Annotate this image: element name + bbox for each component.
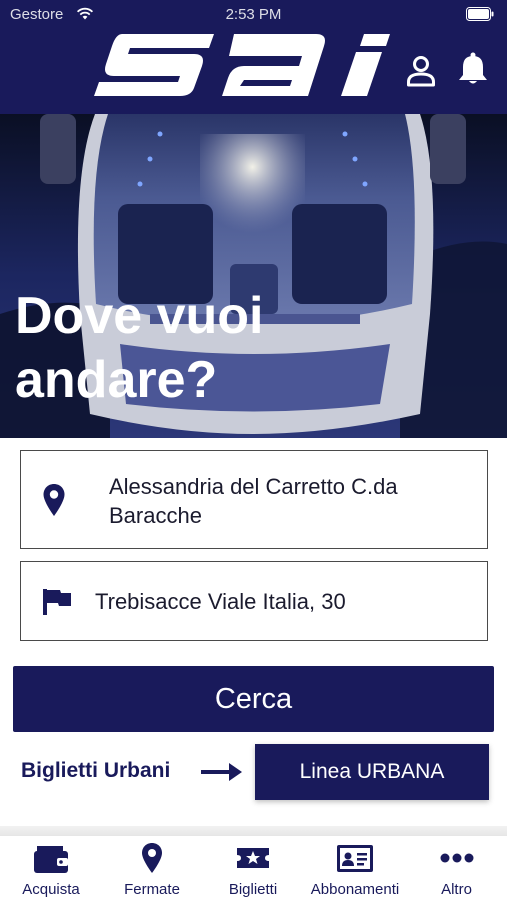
hero-banner: Dove vuoi andare? [0,114,507,438]
tab-abbonamenti[interactable]: Abbonamenti [304,836,406,900]
brand-logo [94,34,390,96]
tab-label: Altro [441,881,472,898]
status-time: 2:53 PM [225,6,282,23]
ticket-icon [237,848,269,868]
bottom-tab-bar: Acquista Fermate Biglietti Abbonamenti A… [0,836,507,900]
battery-icon [466,7,494,21]
urban-tickets-label: Biglietti Urbani [21,759,171,782]
destination-field[interactable]: Trebisacce Viale Italia, 30 [20,561,488,641]
app-header: Gestore 2:53 PM [0,0,507,114]
location-pin-icon [43,484,65,516]
urban-line-button[interactable]: Linea URBANA [255,744,489,800]
destination-value: Trebisacce Viale Italia, 30 [95,589,346,614]
map-pin-icon [142,843,162,873]
bell-icon[interactable] [458,52,488,86]
tab-altro[interactable]: Altro [406,836,507,900]
tab-acquista[interactable]: Acquista [0,836,102,900]
hero-title: Dove vuoi andare? [15,287,264,409]
id-card-icon [337,845,373,872]
more-icon [440,853,473,863]
departure-field[interactable]: Alessandria del Carretto C.da Baracche [20,450,488,549]
flag-icon [43,589,71,615]
wallet-icon [34,846,68,873]
tab-fermate[interactable]: Fermate [102,836,202,900]
arrow-right-icon [201,763,242,781]
departure-value: Alessandria del Carretto C.da Baracche [109,474,398,528]
tab-biglietti[interactable]: Biglietti [202,836,304,900]
tabbar-divider [0,826,507,836]
status-bar: Gestore 2:53 PM [0,0,507,28]
search-button[interactable]: Cerca [13,666,494,732]
tab-label: Abbonamenti [310,881,400,898]
tab-label: Biglietti [228,881,278,898]
tab-label: Fermate [124,881,180,898]
user-icon[interactable] [406,55,436,87]
tab-label: Acquista [22,881,80,898]
